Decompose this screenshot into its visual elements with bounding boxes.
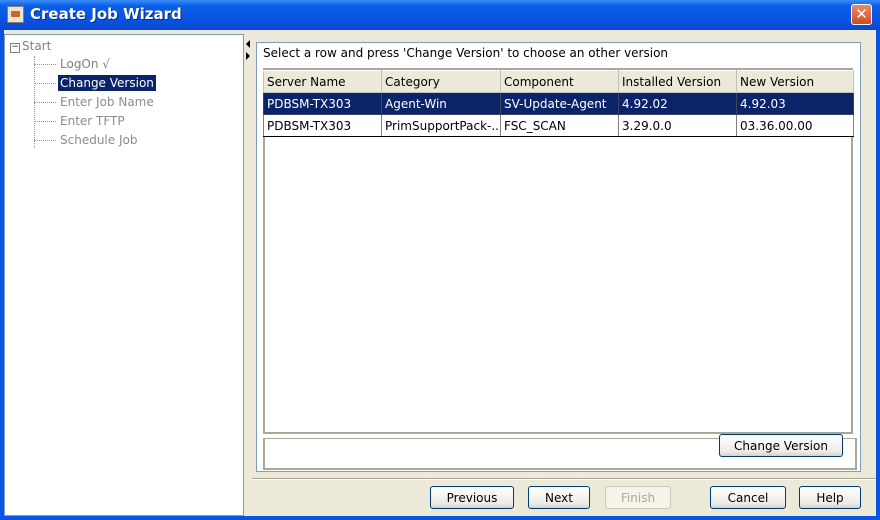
window-title: Create Job Wizard bbox=[30, 5, 182, 23]
cell-category: Agent-Win bbox=[381, 92, 501, 115]
splitter-arrows-icon[interactable] bbox=[246, 40, 250, 60]
wizard-window: Create Job Wizard ✕ − Start LogOn √ Chang… bbox=[0, 0, 880, 520]
cell-component: SV-Update-Agent bbox=[500, 92, 619, 115]
table-row[interactable]: PDBSM-TX303 Agent-Win SV-Update-Agent 4.… bbox=[263, 92, 854, 115]
tree-item-label: Enter TFTP bbox=[60, 114, 125, 128]
column-header-installed-version[interactable]: Installed Version bbox=[618, 70, 737, 93]
collapse-icon[interactable]: − bbox=[10, 43, 20, 53]
table-row[interactable]: PDBSM-TX303 PrimSupportPack-... FSC_SCAN… bbox=[263, 114, 854, 137]
column-header-new-version[interactable]: New Version bbox=[736, 70, 854, 93]
column-header-component[interactable]: Component bbox=[500, 70, 619, 93]
column-header-category[interactable]: Category bbox=[381, 70, 501, 93]
tree-item-label: LogOn √ bbox=[60, 57, 110, 71]
tree-item-label: Schedule Job bbox=[60, 133, 138, 147]
cancel-button[interactable]: Cancel bbox=[710, 486, 786, 509]
cell-new-version: 4.92.03 bbox=[736, 92, 854, 115]
cell-installed-version: 4.92.02 bbox=[618, 92, 737, 115]
tree-root-label: Start bbox=[22, 39, 52, 53]
finish-button[interactable]: Finish bbox=[605, 486, 671, 509]
cell-category: PrimSupportPack-... bbox=[381, 114, 501, 137]
close-button[interactable]: ✕ bbox=[851, 4, 872, 25]
cell-component: FSC_SCAN bbox=[500, 114, 619, 137]
versions-table: Server Name Category Component Installed… bbox=[263, 70, 854, 137]
versions-table-container[interactable]: Server Name Category Component Installed… bbox=[263, 68, 854, 434]
table-header-row: Server Name Category Component Installed… bbox=[263, 70, 854, 93]
app-icon bbox=[7, 6, 24, 23]
change-version-button[interactable]: Change Version bbox=[719, 434, 843, 457]
help-button[interactable]: Help bbox=[799, 486, 861, 509]
wizard-client-area: − Start LogOn √ Change Version Enter Job … bbox=[4, 30, 876, 516]
tree-root[interactable]: − Start bbox=[10, 39, 51, 53]
cell-server-name: PDBSM-TX303 bbox=[263, 114, 382, 137]
tree-item-label: Change Version bbox=[58, 75, 156, 91]
cell-new-version: 03.36.00.00 bbox=[736, 114, 854, 137]
title-bar[interactable]: Create Job Wizard ✕ bbox=[0, 0, 880, 30]
steps-tree-panel: − Start LogOn √ Change Version Enter Job … bbox=[4, 34, 244, 516]
previous-button[interactable]: Previous bbox=[430, 486, 514, 509]
footer-divider bbox=[252, 478, 876, 480]
cell-installed-version: 3.29.0.0 bbox=[618, 114, 737, 137]
column-header-server-name[interactable]: Server Name bbox=[263, 70, 382, 93]
next-button[interactable]: Next bbox=[528, 486, 590, 509]
tree-item-label: Enter Job Name bbox=[60, 95, 154, 109]
instruction-text: Select a row and press 'Change Version' … bbox=[263, 46, 669, 60]
cell-server-name: PDBSM-TX303 bbox=[263, 92, 382, 115]
change-version-panel: Select a row and press 'Change Version' … bbox=[256, 42, 861, 472]
